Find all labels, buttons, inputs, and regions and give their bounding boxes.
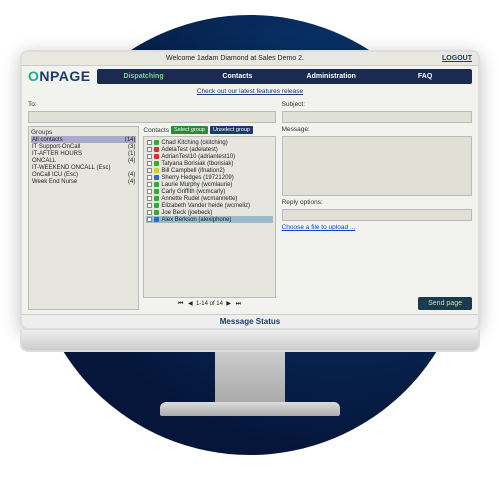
welcome-text: Welcome 1adam Diamond at Sales Demo 2. [166,55,304,62]
contacts-list: Chad Kitching (ckitching) AdelaTest (ade… [143,136,275,298]
app-window: Welcome 1adam Diamond at Sales Demo 2. L… [22,52,478,328]
contact-row[interactable]: Joe Beck (joebeck) [146,209,272,216]
message-field[interactable] [282,136,472,196]
page-last-icon[interactable]: ⏭ [234,301,242,308]
contact-row[interactable]: Bill Campbell (ifnation2) [146,167,272,174]
logout-link[interactable]: LOGOUT [442,55,472,62]
message-label: Message: [282,126,472,133]
contact-row[interactable]: Sherry Hedges (19721209) [146,174,272,181]
page-status: 1-14 of 14 [196,301,223,307]
status-icon [154,154,159,159]
contact-row[interactable]: Alex Berkson (alexiphone) [146,216,272,223]
status-icon [154,203,159,208]
contacts-label: Contacts [143,127,169,134]
send-page-button[interactable]: Send page [418,297,472,310]
group-row[interactable]: IT-AFTER HOURS(1) [31,150,136,157]
subject-field[interactable] [282,111,472,123]
status-icon [154,161,159,166]
contact-row[interactable]: Tatyana Borisiak (tborisiak) [146,160,272,167]
contact-row[interactable]: Elizabeth Vander heide (wcmeliz) [146,202,272,209]
top-bar: ONPAGE Dispatching Contacts Administrati… [22,66,478,86]
group-row[interactable]: All contacts(14) [31,136,136,143]
group-row[interactable]: Week End Nurse(4) [31,178,136,185]
upload-link[interactable]: Choose a file to upload ... [282,224,472,231]
main-nav: Dispatching Contacts Administration FAQ [97,69,472,84]
status-icon [154,168,159,173]
nav-contacts[interactable]: Contacts [190,69,284,84]
reply-options-field[interactable] [282,209,472,221]
status-icon [154,182,159,187]
status-icon [154,196,159,201]
welcome-bar: Welcome 1adam Diamond at Sales Demo 2. L… [22,52,478,66]
status-icon [154,210,159,215]
group-row[interactable]: ONCALL(4) [31,157,136,164]
contact-row[interactable]: AdelaTest (adelatest) [146,146,272,153]
subject-label: Subject: [282,101,472,108]
group-row[interactable]: IT Support-OnCall(3) [31,143,136,150]
page-first-icon[interactable]: ⏮ [177,301,185,308]
select-group-button[interactable]: Select group [171,126,208,134]
contact-row[interactable]: Laurie Murphy (wcmlaurie) [146,181,272,188]
group-row[interactable]: IT-WEEKEND ONCALL (Esc) [31,164,136,171]
to-label: To: [28,101,276,108]
features-link[interactable]: Check out our latest features release [22,86,478,97]
group-row[interactable]: OnCall ICU (Esc)(4) [31,171,136,178]
contact-row[interactable]: Chad Kitching (ckitching) [146,139,272,146]
nav-administration[interactable]: Administration [284,69,378,84]
page-next-icon[interactable]: ▶ [225,300,233,307]
page-prev-icon[interactable]: ◀ [186,300,194,307]
status-icon [154,175,159,180]
status-icon [154,217,159,222]
status-icon [154,140,159,145]
contact-row[interactable]: Carly Griffith (wcmcarly) [146,188,272,195]
contact-row[interactable]: Annette Rudel (wcmannette) [146,195,272,202]
pager: ⏮ ◀ 1-14 of 14 ▶ ⏭ [143,298,275,310]
to-field[interactable] [28,111,276,123]
groups-panel: Groups All contacts(14) IT Support-OnCal… [28,126,139,310]
logo: ONPAGE [28,68,91,84]
status-icon [154,147,159,152]
groups-label: Groups [31,129,136,136]
contact-row[interactable]: AdrianTest10 (adriantest10) [146,153,272,160]
unselect-group-button[interactable]: Unselect group [210,126,253,134]
message-status-header: Message Status [22,314,478,328]
nav-dispatching[interactable]: Dispatching [97,69,191,84]
status-icon [154,189,159,194]
nav-faq[interactable]: FAQ [378,69,472,84]
reply-options-label: Reply options: [282,199,472,206]
